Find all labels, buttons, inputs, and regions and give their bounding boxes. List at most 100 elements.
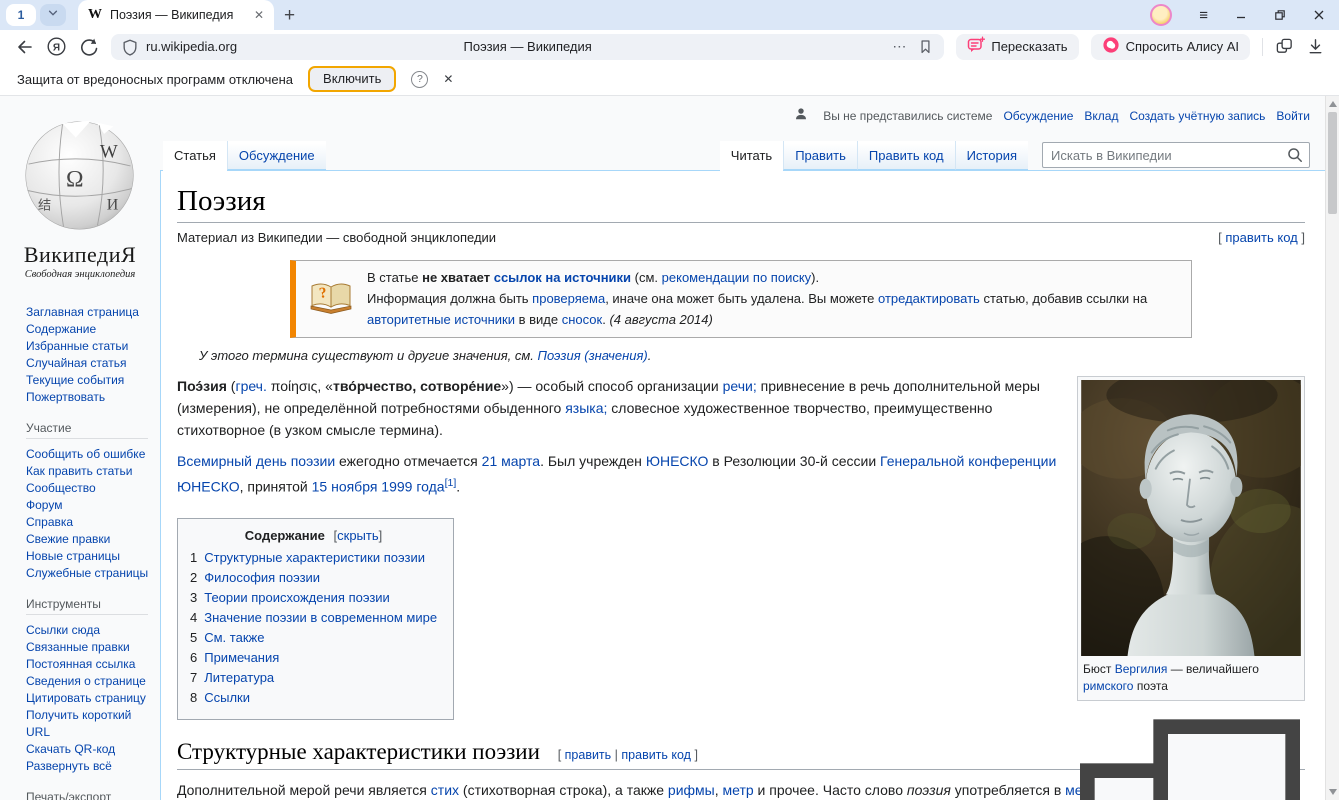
namespace-tabs: СтатьяОбсуждение	[163, 141, 326, 170]
ask-alice-button[interactable]: Спросить Алису AI	[1091, 34, 1250, 60]
sidebar-item[interactable]: Сведения о странице	[26, 673, 152, 690]
scroll-down-arrow-icon[interactable]	[1329, 789, 1337, 795]
new-tab-button[interactable]: +	[284, 6, 295, 25]
sidebar-item[interactable]: Постоянная ссылка	[26, 656, 152, 673]
scroll-up-arrow-icon[interactable]	[1329, 101, 1337, 107]
toc-item[interactable]: 3Теории происхождения поэзии	[190, 588, 437, 608]
sidebar-item[interactable]: Содержание	[26, 321, 152, 338]
enlarge-icon[interactable]	[1080, 662, 1300, 800]
svg-text:W: W	[100, 141, 118, 162]
view-tab[interactable]: Читать	[720, 141, 783, 171]
refresh-icon[interactable]	[79, 37, 99, 57]
section-edit-links[interactable]: [ править | править код ]	[558, 748, 698, 762]
toc-hide-toggle[interactable]: [скрыть]	[334, 528, 383, 543]
sidebar-item[interactable]: Получить короткий URL	[26, 707, 152, 741]
enable-protection-button[interactable]: Включить	[308, 66, 396, 92]
maximize-icon[interactable]	[1274, 9, 1286, 21]
sidebar-item[interactable]: Новые страницы	[26, 548, 152, 565]
search-input[interactable]	[1042, 142, 1310, 168]
minimize-icon[interactable]	[1235, 9, 1247, 21]
web-page-viewport: W Ω И 结 ВикипедиЯ Свободная энциклопедия…	[0, 96, 1339, 800]
sidebar-item[interactable]: Сообщить об ошибке	[26, 446, 152, 463]
sidebar-item[interactable]: Как править статьи	[26, 463, 152, 480]
sidebar-item[interactable]: Скачать QR-код	[26, 741, 152, 758]
sidebar-item[interactable]: Служебные страницы	[26, 565, 152, 582]
sidebar-item[interactable]: Случайная статья	[26, 355, 152, 372]
virgil-bust-image	[1081, 380, 1301, 656]
browser-menu-icon[interactable]: ≡	[1199, 7, 1208, 24]
sidebar-item[interactable]: Ссылки сюда	[26, 622, 152, 639]
sidebar-item[interactable]: Развернуть всё	[26, 758, 152, 775]
sidebar-item[interactable]: Справка	[26, 514, 152, 531]
scrollbar-thumb[interactable]	[1328, 112, 1337, 214]
browser-toolbar: Я ru.wikipedia.org Поэзия — Википедия ⋯ …	[0, 30, 1339, 63]
wikipedia-logo[interactable]: W Ω И 结 ВикипедиЯ Свободная энциклопедия	[18, 115, 143, 280]
notice-line-2: Информация должна быть проверяема, иначе…	[367, 289, 1179, 331]
toolbar-divider	[1262, 38, 1263, 56]
yandex-icon[interactable]: Я	[46, 36, 67, 57]
tab-title: Поэзия — Википедия	[110, 8, 246, 22]
back-icon[interactable]	[14, 37, 34, 57]
sidebar-item[interactable]: Избранные статьи	[26, 338, 152, 355]
sidebar-item[interactable]: Свежие правки	[26, 531, 152, 548]
profile-avatar[interactable]	[1150, 4, 1172, 26]
personal-link[interactable]: Обсуждение	[1003, 109, 1073, 123]
personal-link[interactable]: Войти	[1276, 109, 1310, 123]
toc-list: 1Структурные характеристики поэзии 2Фило…	[190, 548, 437, 708]
toc-item[interactable]: 5См. также	[190, 628, 437, 648]
personal-link[interactable]: Создать учётную запись	[1129, 109, 1265, 123]
sidebar-item[interactable]: Цитировать страницу	[26, 690, 152, 707]
chevron-down-icon	[47, 6, 59, 24]
toc-item[interactable]: 2Философия поэзии	[190, 568, 437, 588]
browser-window: 1 W Поэзия — Википедия ✕ + ≡	[0, 0, 1339, 800]
namespace-tab[interactable]: Обсуждение	[227, 141, 326, 170]
edit-source-link[interactable]: [ править код ]	[1218, 230, 1305, 245]
retell-button[interactable]: Пересказать	[956, 34, 1078, 60]
warning-close-icon[interactable]: ✕	[443, 72, 453, 86]
hatnote: У этого термина существуют и другие знач…	[199, 346, 1305, 366]
view-tab[interactable]: История	[955, 141, 1028, 170]
wiki-sidebar: W Ω И 结 ВикипедиЯ Свободная энциклопедия…	[0, 96, 160, 800]
more-icon[interactable]: ⋯	[892, 38, 907, 55]
sidebar-section-title: Инструменты	[26, 597, 148, 615]
browser-tab[interactable]: W Поэзия — Википедия ✕	[78, 0, 274, 30]
bookmark-icon[interactable]	[917, 38, 934, 55]
window-controls: ≡	[1150, 4, 1325, 26]
page-scrollbar[interactable]	[1325, 96, 1339, 800]
help-icon[interactable]: ?	[411, 71, 428, 88]
sidebar-item[interactable]: Форум	[26, 497, 152, 514]
article-tabs-row: СтатьяОбсуждение ЧитатьПравитьПравить ко…	[160, 141, 1325, 170]
article-title: Поэзия	[177, 185, 1305, 223]
extensions-icon[interactable]	[1275, 37, 1294, 56]
sidebar-item[interactable]: Заглавная страница	[26, 304, 152, 321]
article-subtitle-row: Материал из Википедии — свободной энцикл…	[177, 230, 1305, 245]
sidebar-item[interactable]: Сообщество	[26, 480, 152, 497]
alice-icon	[1102, 36, 1120, 57]
article-thumbnail[interactable]: Бюст Вергилия — величайшего римского поэ…	[1077, 376, 1305, 702]
toc-item[interactable]: 7Литература	[190, 668, 437, 688]
address-bar[interactable]: ru.wikipedia.org Поэзия — Википедия ⋯	[111, 34, 944, 60]
tab-count-badge[interactable]: 1	[6, 4, 36, 26]
sidebar-item[interactable]: Пожертвовать	[26, 389, 152, 406]
notice-line-1: В статье не хватает ссылок на источники …	[367, 268, 1179, 289]
search-icon[interactable]	[1287, 147, 1303, 168]
toc-item[interactable]: 6Примечания	[190, 648, 437, 668]
sources-needed-notice: ? В статье не хватает ссылок на источник…	[290, 260, 1192, 338]
browser-tab-strip: 1 W Поэзия — Википедия ✕ + ≡	[0, 0, 1339, 30]
shield-icon[interactable]	[121, 38, 139, 56]
toc-item[interactable]: 4Значение поэзии в современном мире	[190, 608, 437, 628]
view-tab[interactable]: Править код	[857, 141, 955, 170]
downloads-icon[interactable]	[1306, 37, 1325, 56]
toc-item[interactable]: 8Ссылки	[190, 688, 437, 708]
sidebar-item[interactable]: Текущие события	[26, 372, 152, 389]
sidebar-item[interactable]: Связанные правки	[26, 639, 152, 656]
close-icon[interactable]	[1313, 9, 1325, 21]
view-tabs-group: ЧитатьПравитьПравить кодИстория	[720, 141, 1310, 170]
view-tab[interactable]: Править	[783, 141, 857, 170]
toc-item[interactable]: 1Структурные характеристики поэзии	[190, 548, 437, 568]
tab-list-button[interactable]	[40, 4, 66, 26]
personal-link[interactable]: Вклад	[1084, 109, 1118, 123]
url-text[interactable]: ru.wikipedia.org	[146, 39, 237, 54]
namespace-tab[interactable]: Статья	[163, 141, 227, 171]
tab-close-icon[interactable]: ✕	[254, 9, 264, 21]
